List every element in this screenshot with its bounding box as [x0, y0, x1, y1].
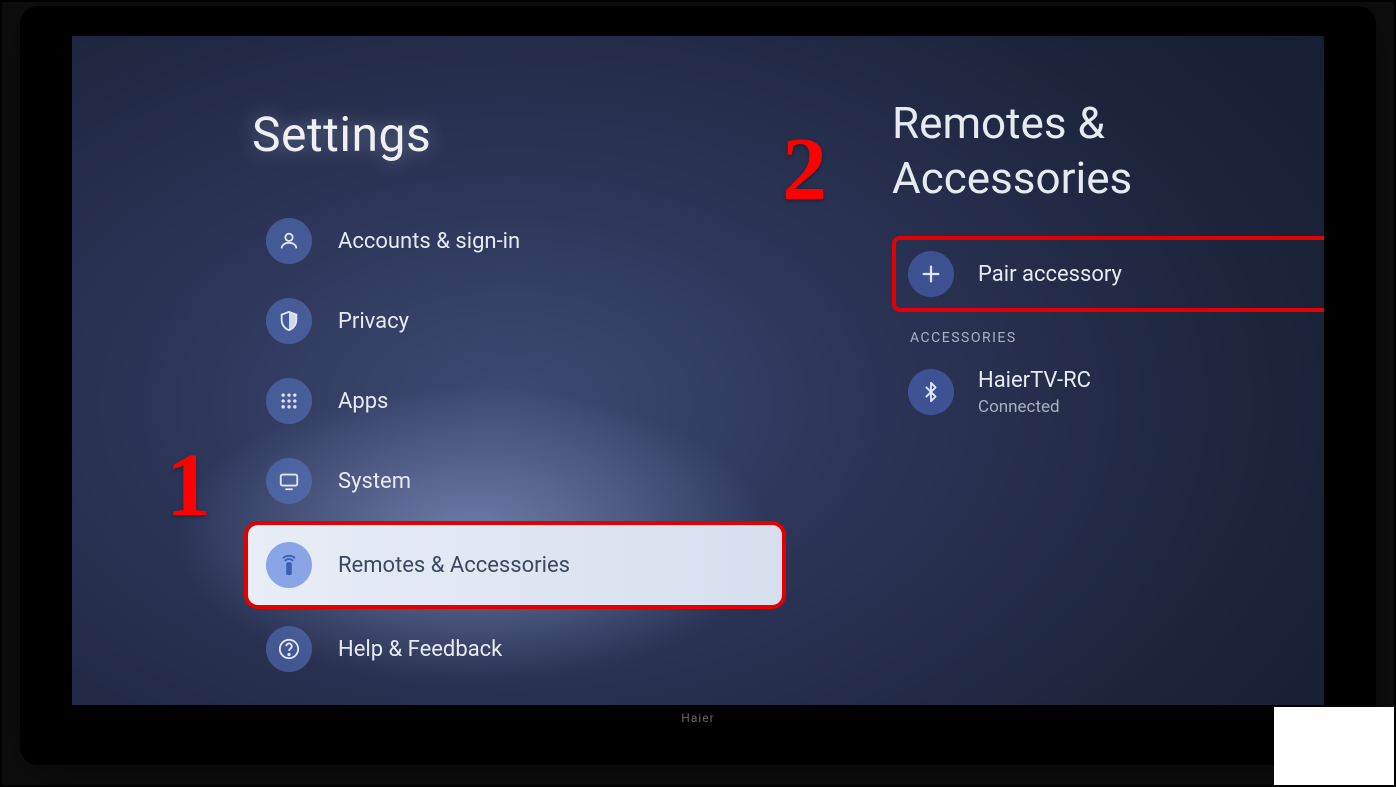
device-status: Connected — [978, 397, 1091, 417]
menu-item-accounts[interactable]: Accounts & sign-in — [252, 205, 752, 277]
menu-item-label: Accounts & sign-in — [338, 229, 520, 254]
menu-item-label: Privacy — [338, 309, 409, 334]
menu-item-remotes[interactable]: Remotes & Accessories — [248, 525, 782, 605]
account-icon — [266, 218, 312, 264]
photo-frame: Settings Accounts & sign-in — [0, 0, 1396, 787]
display-icon — [266, 458, 312, 504]
menu-item-label: Help & Feedback — [338, 637, 502, 662]
tv-bezel: Settings Accounts & sign-in — [30, 16, 1366, 755]
annotation-2: 2 — [782, 118, 827, 221]
menu-item-label: System — [338, 469, 411, 494]
accessory-device-item[interactable]: HaierTV-RC Connected — [892, 354, 1324, 430]
detail-column: Remotes & Accessories Pair accessory ACC… — [892, 96, 1324, 430]
menu-item-apps[interactable]: Apps — [252, 365, 752, 437]
pair-accessory-button[interactable]: Pair accessory — [892, 236, 1324, 312]
plus-icon — [908, 251, 954, 297]
menu-item-privacy[interactable]: Privacy — [252, 285, 752, 357]
help-icon — [266, 626, 312, 672]
menu-item-system[interactable]: System — [252, 445, 752, 517]
apps-grid-icon — [266, 378, 312, 424]
detail-title: Remotes & Accessories — [892, 96, 1324, 206]
menu-item-label: Remotes & Accessories — [338, 553, 570, 578]
remote-icon — [266, 542, 312, 588]
tv-brand-logo: Haier — [681, 711, 714, 725]
white-overlay — [1274, 707, 1394, 785]
device-name: HaierTV-RC — [978, 368, 1091, 393]
shield-icon — [266, 298, 312, 344]
menu-item-help[interactable]: Help & Feedback — [252, 613, 752, 685]
annotation-1: 1 — [166, 434, 211, 537]
accessories-section-header: ACCESSORIES — [910, 330, 1324, 346]
pair-accessory-label: Pair accessory — [978, 262, 1122, 287]
tv-screen: Settings Accounts & sign-in — [72, 36, 1324, 705]
page-title: Settings — [252, 106, 752, 163]
menu-item-label: Apps — [338, 389, 388, 414]
bluetooth-icon — [908, 369, 954, 415]
settings-column: Settings Accounts & sign-in — [252, 106, 752, 693]
